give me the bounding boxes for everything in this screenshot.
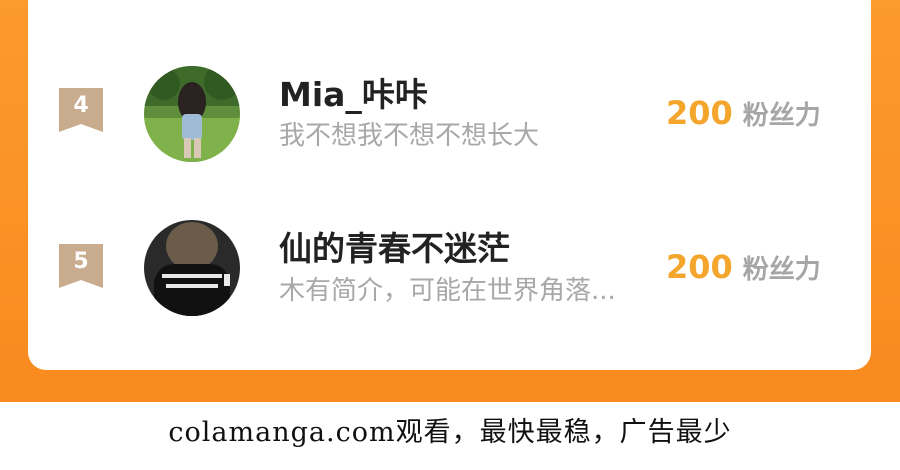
dark-hoodie-avatar[interactable] — [144, 220, 240, 316]
ranking-row[interactable]: 4 Mia_咔咔 我不想我不想不想长大 200 粉丝力 — [0, 58, 900, 168]
rank-ribbon-icon: 5 — [59, 244, 103, 288]
user-name[interactable]: Mia_咔咔 — [279, 75, 428, 115]
rank-number: 5 — [73, 249, 89, 274]
site-watermark: colamanga.com观看，最快最稳，广告最少 — [168, 417, 732, 448]
fans-count: 200 — [666, 94, 733, 132]
fans-unit-label: 粉丝力 — [742, 255, 821, 285]
fans-power: 200 粉丝力 — [666, 95, 821, 137]
footer: colamanga.com观看，最快最稳，广告最少 — [0, 402, 900, 470]
fans-unit-label: 粉丝力 — [742, 101, 821, 131]
girl-in-park-avatar[interactable] — [144, 66, 240, 162]
fans-power: 200 粉丝力 — [666, 249, 821, 291]
user-bio: 我不想我不想不想长大 — [279, 121, 540, 151]
user-name[interactable]: 仙的青春不迷茫 — [279, 229, 510, 269]
ranking-row[interactable]: 5 仙的青春不迷茫 木有简介，可能在世界角落... 200 粉丝力 — [0, 212, 900, 322]
fans-count: 200 — [666, 248, 733, 286]
rank-number: 4 — [73, 93, 89, 118]
user-bio: 木有简介，可能在世界角落... — [279, 276, 616, 306]
ranking-panel-frame: 4 Mia_咔咔 我不想我不想不想长大 200 粉丝力 5 仙的青春不迷茫 木有… — [0, 0, 900, 402]
rank-ribbon-icon: 4 — [59, 88, 103, 132]
